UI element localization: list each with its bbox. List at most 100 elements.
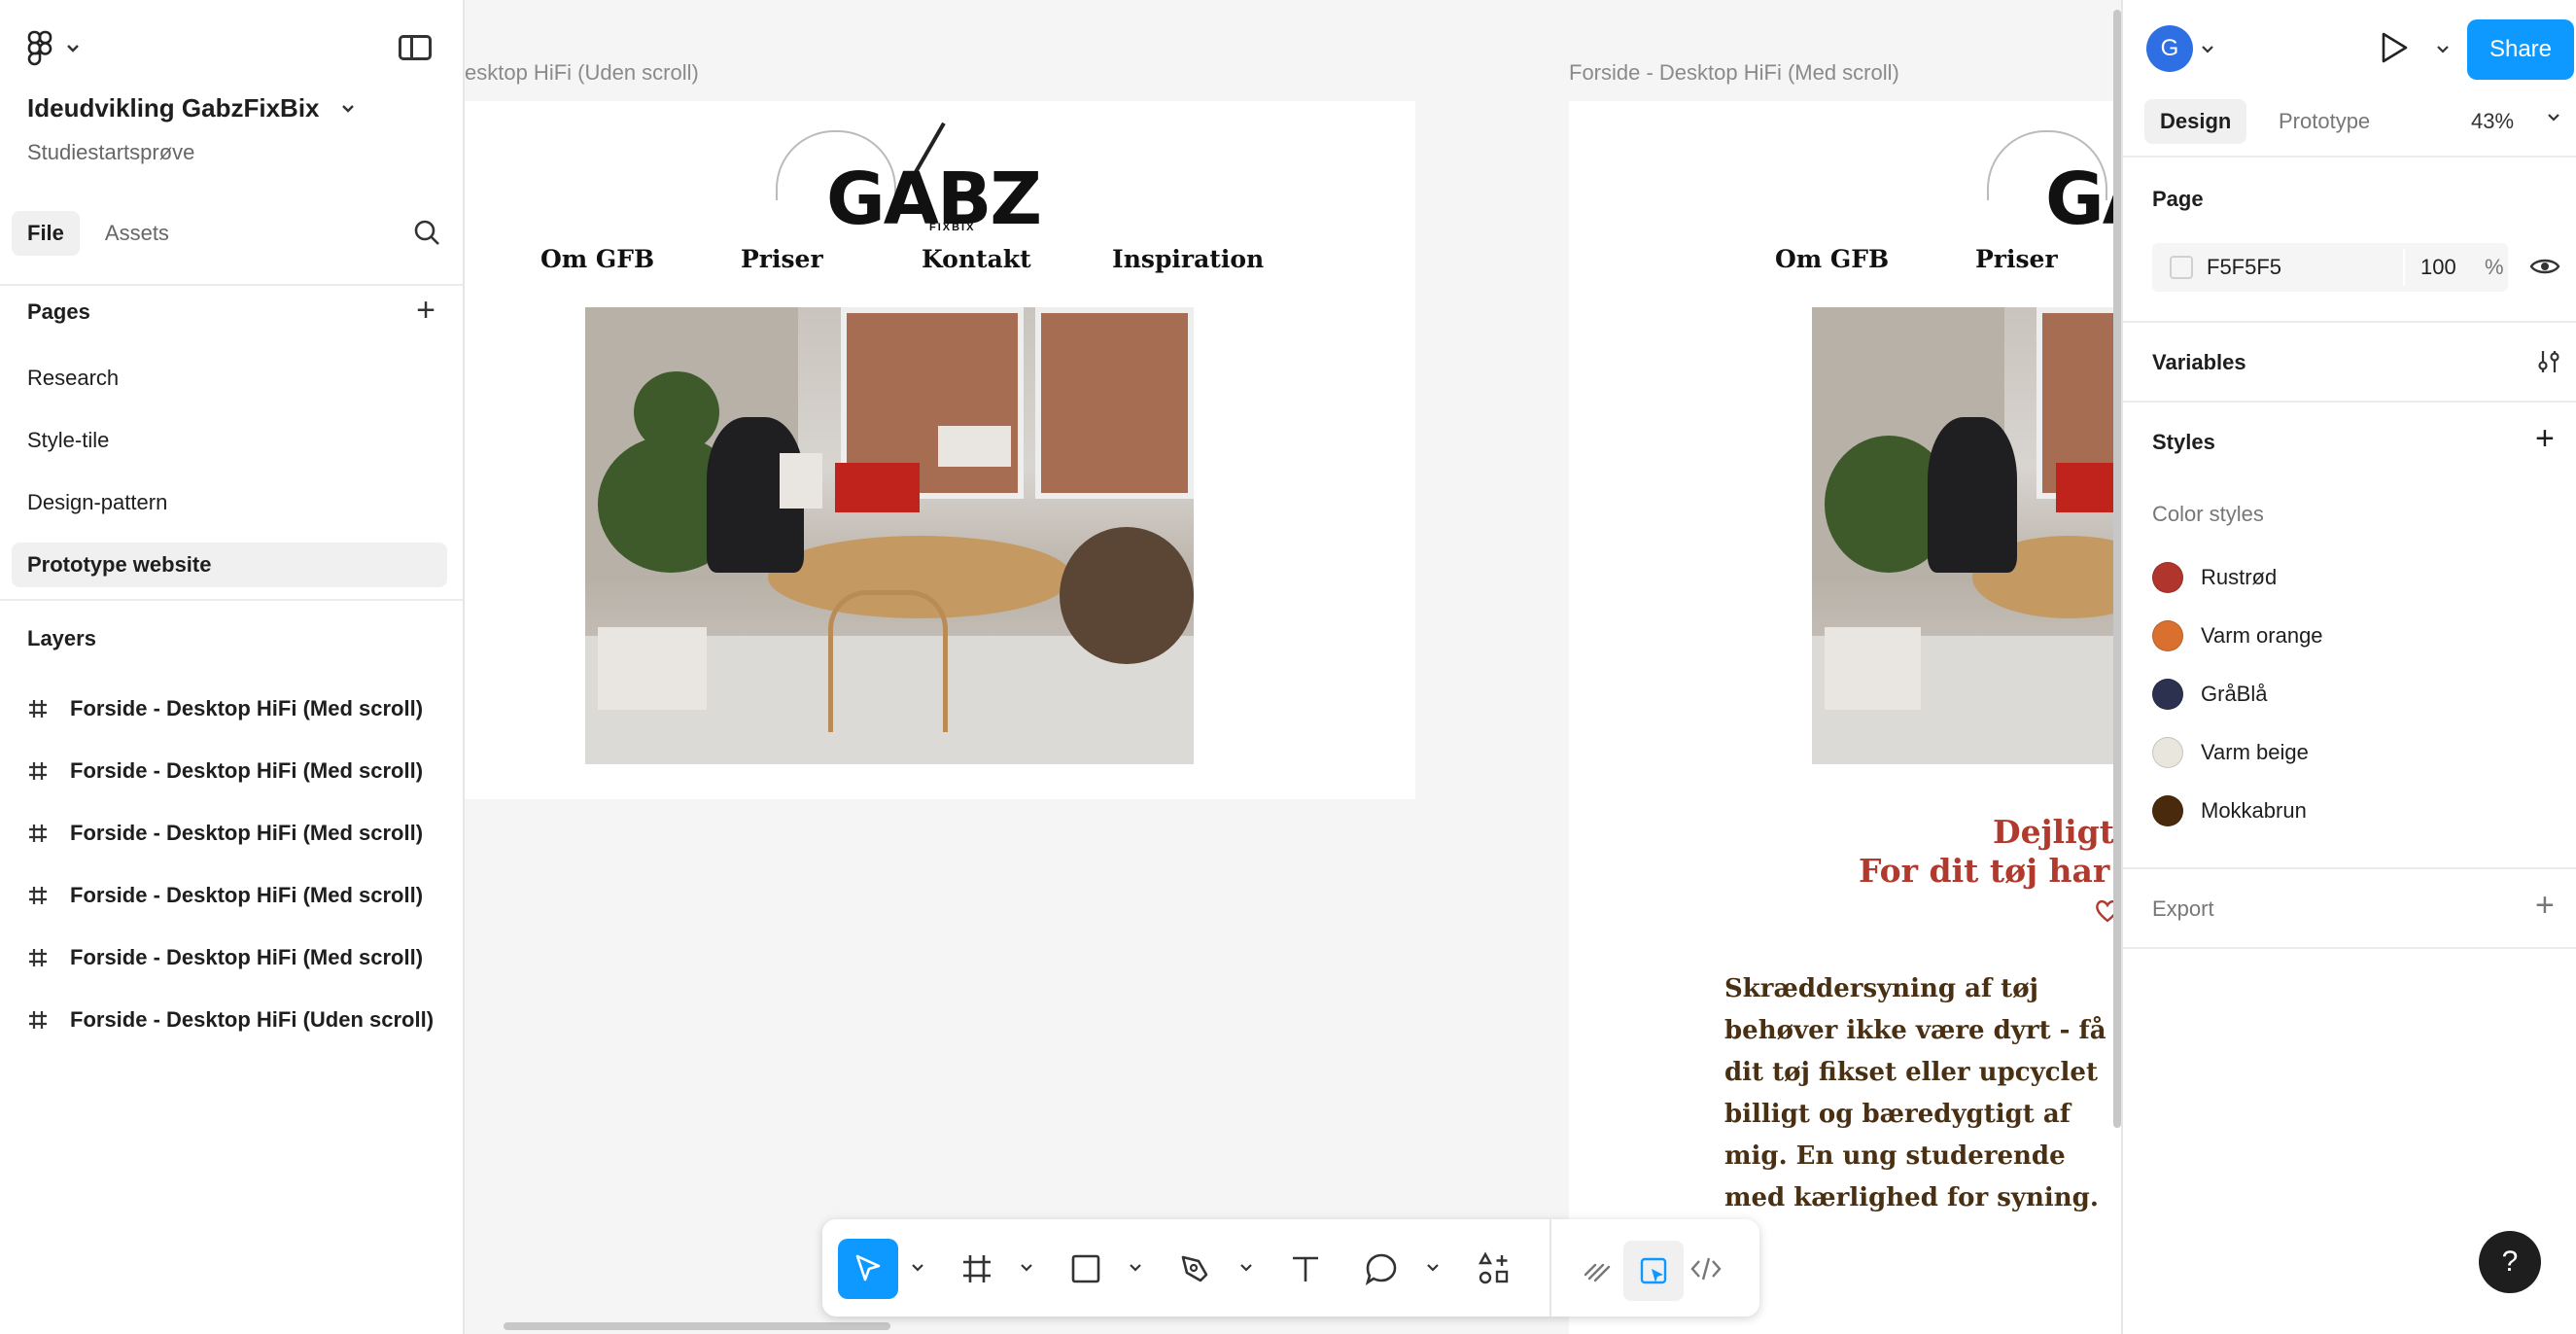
frame-hash-icon [29,762,47,780]
page-fill-row[interactable]: F5F5F5 100 % [2152,243,2508,292]
layer-item[interactable]: Forside - Desktop HiFi (Med scroll) [27,935,455,980]
divider [2123,947,2576,949]
bottom-toolbar [822,1219,1759,1316]
dev-mode-icon[interactable] [1676,1239,1736,1299]
project-name[interactable]: Studiestartsprøve [27,140,194,165]
add-page-plus-icon[interactable]: + [416,294,435,327]
page-item-design-pattern[interactable]: Design-pattern [12,480,447,525]
hero-photo [1812,307,2121,764]
chevron-down-icon[interactable] [2547,111,2560,124]
divider [2403,249,2405,286]
figma-logo-icon [27,30,52,66]
color-style-name: Varm orange [2201,623,2323,648]
help-button[interactable]: ? [2479,1231,2541,1293]
brand-sub-logo: FIXBIX [929,222,976,233]
add-style-plus-icon[interactable]: + [2535,422,2555,455]
tab-design[interactable]: Design [2144,99,2247,144]
nav-link-priser: Priser [1975,245,2058,273]
frame-hash-icon [29,825,47,842]
intro-paragraph: Skræddersyning af tøj behøver ikke være … [1724,974,2106,1212]
layer-name: Forside - Desktop HiFi (Med scroll) [70,883,424,907]
variables-title: Variables [2152,350,2246,374]
actions-tool-icon[interactable] [1464,1239,1524,1299]
nav-link-om-gfb: Om GFB [540,245,655,273]
color-style-name: GråBlå [2201,682,2268,706]
layer-item[interactable]: Forside - Desktop HiFi (Med scroll) [27,873,455,918]
hero-headline-line-2: For dit tøj har så [1859,852,2121,890]
file-name: Ideudvikling GabzFixBix [27,93,320,123]
tab-prototype[interactable]: Prototype [2263,99,2385,144]
avatar[interactable]: G [2146,25,2193,72]
color-style-varm-orange[interactable]: Varm orange [2152,616,2323,655]
frame-label-med-scroll[interactable]: Forside - Desktop HiFi (Med scroll) [1569,60,1899,86]
color-style-rustrod[interactable]: Rustrød [2152,558,2277,597]
layer-item[interactable]: Forside - Desktop HiFi (Med scroll) [27,686,455,731]
page-item-style-tile[interactable]: Style-tile [12,418,447,463]
zoom-level[interactable]: 43% [2471,109,2514,134]
frame-tool-icon[interactable] [947,1239,1007,1299]
chevron-down-icon[interactable] [1425,1260,1441,1276]
layer-item[interactable]: Forside - Desktop HiFi (Med scroll) [27,811,455,856]
toggle-sidebar-icon[interactable] [399,35,432,60]
hero-headline-line-1: Dejligt d [1993,813,2121,851]
chevron-down-icon[interactable] [2436,43,2450,56]
left-panel: Ideudvikling GabzFixBix Studiestartsprøv… [0,0,465,1334]
add-export-plus-icon[interactable]: + [2535,889,2555,922]
frame-forside-med-scroll[interactable]: GA Om GFB Priser Dejligt d For dit tøj h… [1569,101,2121,1334]
frame-label-uden-scroll[interactable]: esktop HiFi (Uden scroll) [465,60,699,86]
color-swatch [2152,679,2183,710]
file-assets-tabs: File Assets [12,208,451,259]
move-tool-icon[interactable] [838,1239,898,1299]
vertical-scrollbar[interactable] [2113,10,2121,1128]
text-tool-icon[interactable] [1275,1239,1336,1299]
chevron-down-icon[interactable] [1238,1260,1254,1276]
fill-hex-value[interactable]: F5F5F5 [2207,255,2281,280]
divider [2123,321,2576,323]
pen-tool-icon[interactable] [1165,1239,1225,1299]
chevron-down-icon[interactable] [1019,1260,1034,1276]
eye-icon[interactable] [2529,255,2560,283]
file-name-menu[interactable]: Ideudvikling GabzFixBix [27,93,355,123]
export-title: Export [2152,896,2214,921]
search-icon[interactable] [412,218,441,252]
draw-mode-icon[interactable] [1567,1239,1627,1299]
layer-name: Forside - Desktop HiFi (Med scroll) [70,945,424,969]
color-style-mokkabrun[interactable]: Mokkabrun [2152,791,2307,830]
tab-assets[interactable]: Assets [89,211,185,256]
page-item-research[interactable]: Research [12,356,447,401]
frame-hash-icon [29,887,47,904]
comment-tool-icon[interactable] [1351,1239,1411,1299]
color-style-name: Varm beige [2201,740,2309,764]
fill-swatch[interactable] [2170,256,2193,279]
hero-photo [585,307,1194,764]
color-style-graabla[interactable]: GråBlå [2152,675,2267,714]
present-play-icon[interactable] [2380,31,2409,69]
fill-opacity-value[interactable]: 100 [2420,255,2456,280]
tab-file[interactable]: File [12,211,80,256]
divider [0,284,463,286]
divider [0,599,463,601]
chevron-down-icon[interactable] [910,1260,925,1276]
color-swatch [2152,620,2183,651]
chevron-down-icon[interactable] [1128,1260,1143,1276]
frame-forside-uden-scroll[interactable]: GABZ FIXBIX Om GFB Priser Kontakt Inspir… [465,101,1415,799]
main-menu-button[interactable] [27,29,80,68]
horizontal-scrollbar[interactable] [504,1322,890,1330]
layers-title: Layers [27,626,96,650]
variables-settings-icon[interactable] [2535,348,2562,380]
pages-title: Pages [27,299,90,324]
toolbar-divider [1549,1219,1551,1316]
figma-app: Ideudvikling GabzFixBix Studiestartsprøv… [0,0,2576,1334]
chevron-down-icon[interactable] [2201,43,2214,56]
design-canvas[interactable]: esktop HiFi (Uden scroll) Forside - Desk… [465,0,2121,1334]
layer-item[interactable]: Forside - Desktop HiFi (Uden scroll) [27,998,455,1042]
frame-hash-icon [29,700,47,718]
divider [2123,867,2576,869]
rectangle-tool-icon[interactable] [1056,1239,1116,1299]
share-button[interactable]: Share [2467,19,2574,80]
page-item-prototype-website[interactable]: Prototype website [12,543,447,587]
styles-title: Styles [2152,430,2215,454]
fill-opacity-unit: % [2485,255,2504,279]
layer-item[interactable]: Forside - Desktop HiFi (Med scroll) [27,749,455,793]
color-style-varm-beige[interactable]: Varm beige [2152,733,2309,772]
